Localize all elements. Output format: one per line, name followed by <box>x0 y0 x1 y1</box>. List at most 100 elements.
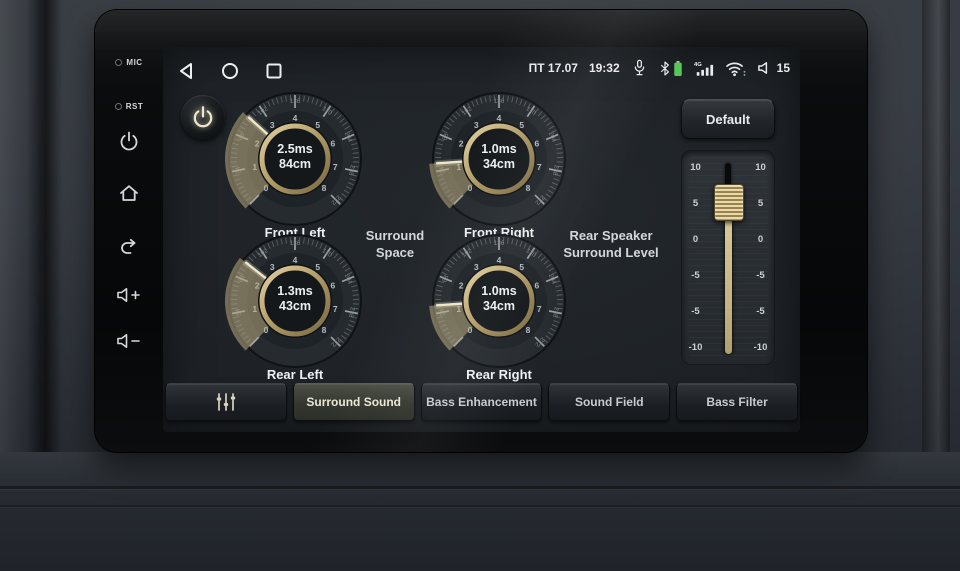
touchscreen: ПТ 17.07 19:32 <box>163 47 800 432</box>
tab-bass-filter[interactable]: Bass Filter <box>676 383 798 421</box>
tab-label: Surround Sound <box>306 395 401 409</box>
power-icon <box>118 130 140 152</box>
svg-text:136: 136 <box>494 98 505 105</box>
svg-text:7: 7 <box>333 304 338 314</box>
svg-text:43cm: 43cm <box>279 299 311 313</box>
tab-sound-field[interactable]: Sound Field <box>548 383 670 421</box>
signal-icon: 4G <box>694 60 714 77</box>
hardware-volume-down-button[interactable] <box>95 332 163 350</box>
svg-text:2: 2 <box>459 138 464 148</box>
hardware-button-column: MIC RST <box>95 10 163 452</box>
nav-home-icon <box>221 61 239 81</box>
svg-text:8: 8 <box>322 183 327 193</box>
status-bar: ПТ 17.07 19:32 <box>529 59 790 77</box>
svg-text:4: 4 <box>293 113 298 123</box>
svg-text:3: 3 <box>270 262 275 272</box>
reset-label: RST <box>126 102 144 111</box>
microphone-icon <box>631 59 648 77</box>
screen-power-button[interactable] <box>181 95 225 139</box>
tab-label: Bass Enhancement <box>426 395 537 409</box>
status-volume-level: 15 <box>777 61 790 75</box>
slider-scale-right: 1050-5-5-10 <box>752 162 769 353</box>
svg-text:136: 136 <box>290 240 301 247</box>
dashboard-lower-trim <box>0 452 960 571</box>
svg-text:4: 4 <box>293 255 298 265</box>
knob-label: Rear Right <box>424 367 574 382</box>
tab-equalizer[interactable] <box>165 383 287 421</box>
svg-text:7: 7 <box>537 304 542 314</box>
tab-label: Bass Filter <box>706 395 767 409</box>
svg-text:34cm: 34cm <box>483 299 515 313</box>
slider-scale-label: 0 <box>687 234 704 245</box>
home-icon <box>117 182 141 204</box>
slider-scale-left: 1050-5-5-10 <box>687 162 704 353</box>
nav-recents-button[interactable] <box>263 60 285 82</box>
speaker-icon <box>757 60 772 76</box>
nav-back-icon <box>177 61 195 81</box>
hardware-volume-up-button[interactable] <box>95 286 163 304</box>
volume-up-icon <box>115 286 143 304</box>
mic-label: MIC <box>126 58 142 67</box>
hardware-home-button[interactable] <box>95 182 163 204</box>
dashboard-trim-line <box>0 486 960 489</box>
tab-bass-enhancement[interactable]: Bass Enhancement <box>421 383 543 421</box>
volume-down-icon <box>115 332 143 350</box>
status-time: 19:32 <box>589 61 620 75</box>
slider-handle[interactable] <box>714 184 744 221</box>
svg-text:8: 8 <box>526 325 531 335</box>
svg-text:4: 4 <box>497 113 502 123</box>
slider-scale-label: -10 <box>752 342 769 353</box>
slider-scale-label: -5 <box>752 270 769 281</box>
svg-text:7: 7 <box>537 162 542 172</box>
default-button[interactable]: Default <box>681 99 775 139</box>
svg-text:3: 3 <box>270 120 275 130</box>
reset-hole-icon <box>115 103 122 110</box>
surround-space-label: Surround Space <box>335 228 455 262</box>
mic-hole-icon <box>115 59 122 66</box>
surround-level-slider[interactable]: 1050-5-5-10 1050-5-5-10 <box>681 150 775 365</box>
slider-scale-label: 5 <box>752 198 769 209</box>
svg-text:84cm: 84cm <box>279 157 311 171</box>
svg-text:3: 3 <box>474 120 479 130</box>
knob-front-right[interactable]: 01234567834681021361702042382721.0ms34cm… <box>424 90 574 240</box>
svg-text:5: 5 <box>519 262 524 272</box>
slider-scale-label: 0 <box>752 234 769 245</box>
svg-text:5: 5 <box>519 120 524 130</box>
svg-text:6: 6 <box>535 138 540 148</box>
status-date: ПТ 17.07 <box>529 61 578 75</box>
nav-back-button[interactable] <box>175 60 197 82</box>
knob-front-left[interactable]: 01234567834681021361702042382722.5ms84cm… <box>220 90 370 240</box>
svg-text:2.5ms: 2.5ms <box>277 142 312 156</box>
head-unit-bezel: MIC RST <box>95 10 867 452</box>
svg-text:1.3ms: 1.3ms <box>277 284 312 298</box>
dashboard-trim-line <box>0 505 960 507</box>
svg-text:8: 8 <box>322 325 327 335</box>
hardware-back-button[interactable] <box>95 236 163 258</box>
hardware-power-button[interactable] <box>95 130 163 152</box>
tab-surround-sound[interactable]: Surround Sound <box>293 383 415 421</box>
nav-recents-icon <box>265 61 283 81</box>
slider-scale-label: -5 <box>687 306 704 317</box>
svg-text:7: 7 <box>333 162 338 172</box>
svg-text:1.0ms: 1.0ms <box>481 284 516 298</box>
svg-text:5: 5 <box>315 262 320 272</box>
nav-home-button[interactable] <box>219 60 241 82</box>
svg-text:2: 2 <box>459 280 464 290</box>
svg-text:136: 136 <box>494 240 505 247</box>
power-icon <box>191 105 215 129</box>
svg-text:5: 5 <box>315 120 320 130</box>
svg-text:3: 3 <box>474 262 479 272</box>
svg-text:6: 6 <box>331 138 336 148</box>
back-icon <box>117 236 141 258</box>
slider-scale-label: -5 <box>687 270 704 281</box>
tab-label: Sound Field <box>575 395 644 409</box>
svg-text:1.0ms: 1.0ms <box>481 142 516 156</box>
slider-scale-label: 10 <box>687 162 704 173</box>
svg-text:6: 6 <box>331 280 336 290</box>
android-nav-bar <box>175 60 285 82</box>
reset-hole[interactable]: RST <box>95 102 163 111</box>
wifi-icon <box>725 60 746 77</box>
equalizer-icon <box>213 391 239 413</box>
knob-label: Rear Left <box>220 367 370 382</box>
svg-text:8: 8 <box>526 183 531 193</box>
